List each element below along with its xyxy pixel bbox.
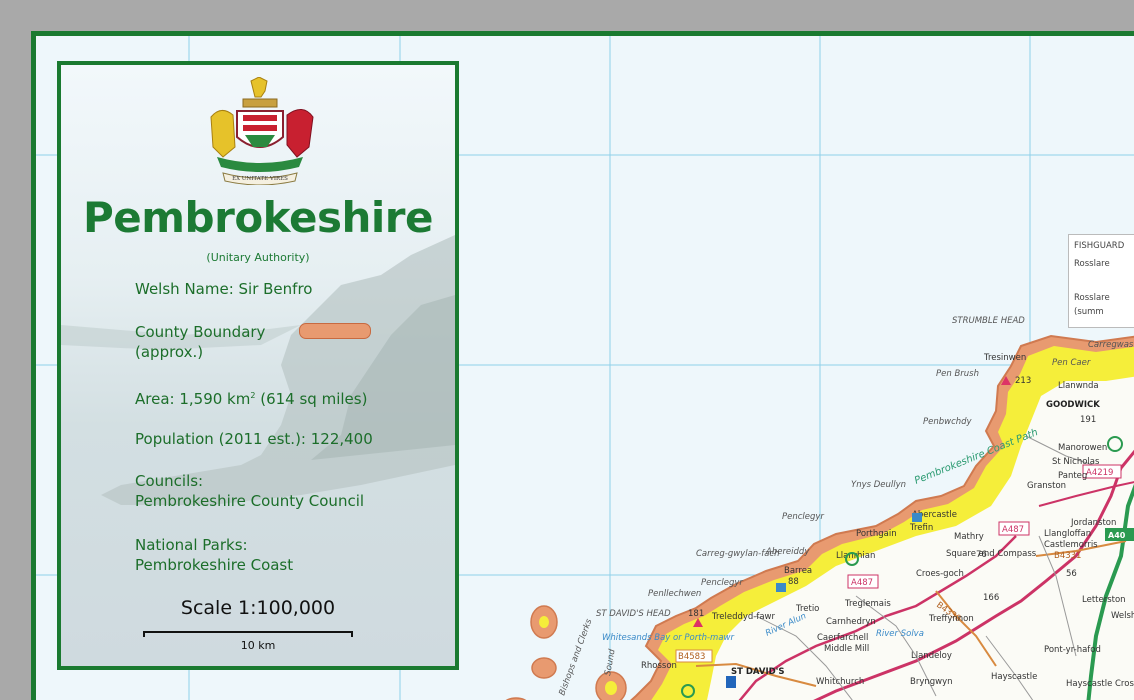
label-croes-goch: Croes-goch (916, 569, 964, 579)
label-carregwastad: Carregwast (1088, 340, 1134, 350)
scale-bar (143, 631, 353, 637)
label-hayscastle: Hayscastle (991, 672, 1037, 682)
road-label-a487-south: A487 (851, 578, 873, 588)
councils-heading: Councils: (135, 472, 204, 490)
label-hayscastle-cross: Hayscastle Cross (1066, 679, 1134, 689)
county-title: Pembrokeshire (83, 193, 433, 242)
area-prefix: Area: 1,590 km (135, 390, 251, 408)
road-label-a4219: A4219 (1086, 468, 1113, 478)
coat-of-arms-icon: EX UNITATE VIRES (210, 77, 314, 185)
label-panteg: Panteg (1058, 471, 1087, 481)
label-porthgain: Porthgain (856, 529, 897, 539)
county-subtitle: (Unitary Authority) (206, 251, 310, 264)
label-middle-mill: Middle Mill (824, 644, 869, 654)
label-treffynnon: Treffynnon (928, 614, 974, 624)
councils-info: Councils: Pembrokeshire County Council (135, 471, 364, 511)
label-llandeloy: Llandeloy (911, 651, 952, 661)
label-penclegyr-2: Penclegyr (701, 578, 743, 588)
label-pen-brush: Pen Brush (936, 369, 979, 379)
height-213: 213 (1015, 376, 1031, 386)
parks-info: National Parks: Pembrokeshire Coast (135, 535, 293, 575)
height-56: 56 (1066, 569, 1077, 579)
height-166: 166 (983, 593, 999, 603)
label-llangloffan: Llangloffan (1044, 529, 1091, 539)
label-tresinwen: Tresinwen (983, 353, 1026, 363)
label-llanrhian: Llanrhian (836, 551, 875, 561)
label-jordanston: Jordanston (1070, 518, 1116, 528)
label-carnhedryn: Carnhedryn (826, 617, 876, 627)
label-granston: Granston (1027, 481, 1066, 491)
label-st-nicholas: St Nicholas (1052, 457, 1100, 467)
label-pont-yr-hafod: Pont-yr-hafod (1044, 645, 1101, 655)
area-suffix: (614 sq miles) (255, 390, 368, 408)
boundary-swatch (299, 323, 371, 339)
label-whitesands: Whitesands Bay or Porth-mawr (602, 633, 734, 643)
label-mathry: Mathry (954, 532, 984, 542)
label-pen-caer: Pen Caer (1052, 358, 1091, 368)
label-trefin: Trefin (909, 523, 933, 533)
road-label-a487-north: A487 (1002, 525, 1024, 535)
label-carreg-gwylan: Carreg-gwylan-fach (696, 549, 780, 559)
road-label-a40: A40 (1108, 531, 1126, 540)
label-caerfarchell: Caerfarchell (817, 633, 868, 643)
label-goodwick: GOODWICK (1046, 400, 1100, 410)
label-welsh-hook: Welsh Hook (1111, 611, 1134, 621)
legend-panel: EX UNITATE VIRES Pembrokeshire (Unitary … (57, 61, 459, 670)
label-manorowen: Manorowen (1058, 443, 1107, 453)
inset-line-3: Rosslare (1074, 293, 1110, 303)
road-label-b4331: B4331 (1054, 551, 1081, 561)
label-st-davids: ST DAVID'S (731, 667, 784, 677)
label-whitchurch: Whitchurch (816, 677, 864, 687)
height-191: 191 (1080, 415, 1096, 425)
label-ynys-deullyn: Ynys Deullyn (851, 480, 906, 490)
parks-heading: National Parks: (135, 536, 248, 554)
label-penllechwen: Penllechwen (648, 589, 701, 599)
label-bryngwyn: Bryngwyn (910, 677, 953, 687)
welsh-name: Welsh Name: Sir Benfro (135, 280, 313, 298)
label-rhosson: Rhosson (641, 661, 677, 671)
height-88: 88 (788, 577, 799, 587)
area-info: Area: 1,590 km2 (614 sq miles) (135, 386, 367, 409)
road-label-b4583: B4583 (678, 652, 705, 662)
label-river-solva: River Solva (876, 629, 924, 639)
boundary-label-line2: (approx.) (135, 343, 204, 361)
boundary-label-line1: County Boundary (135, 323, 266, 341)
councils-value: Pembrokeshire County Council (135, 492, 365, 510)
inset-line-4: (summ (1074, 307, 1104, 317)
label-st-davids-head: ST DAVID'S HEAD (596, 609, 671, 619)
label-penclegyr: Penclegyr (782, 512, 824, 522)
label-llanwnda: Llanwnda (1058, 381, 1099, 391)
ferry-inset: FISHGUARD Rosslare Rosslare (summ (1068, 234, 1134, 328)
scale-title: Scale 1:100,000 (180, 597, 336, 619)
label-letterston: Letterston (1082, 595, 1126, 605)
label-treglemais: Treglemais (844, 599, 891, 609)
inset-line-2: Rosslare (1074, 259, 1110, 269)
crest-motto: EX UNITATE VIRES (232, 176, 288, 182)
height-76: 76 (976, 550, 987, 560)
label-castlemorris: Castlemorris (1044, 540, 1098, 550)
label-square-compass: Square and Compass (946, 549, 1037, 559)
boundary-label: County Boundary (approx.) (135, 322, 265, 362)
label-strumble-head: STRUMBLE HEAD (952, 316, 1025, 326)
scale-bar-label: 10 km (240, 639, 276, 652)
population-info: Population (2011 est.): 122,400 (135, 430, 373, 448)
label-barrea: Barrea (784, 566, 812, 576)
parks-value: Pembrokeshire Coast (135, 556, 294, 574)
label-penbwchdy: Penbwchdy (923, 417, 973, 427)
height-181: 181 (688, 609, 704, 619)
label-bishops-clerks: Bishops and Clerks (557, 617, 594, 697)
label-treleddyd-fawr: Treleddyd-fawr (711, 612, 776, 622)
inset-line-1: FISHGUARD (1074, 241, 1125, 251)
